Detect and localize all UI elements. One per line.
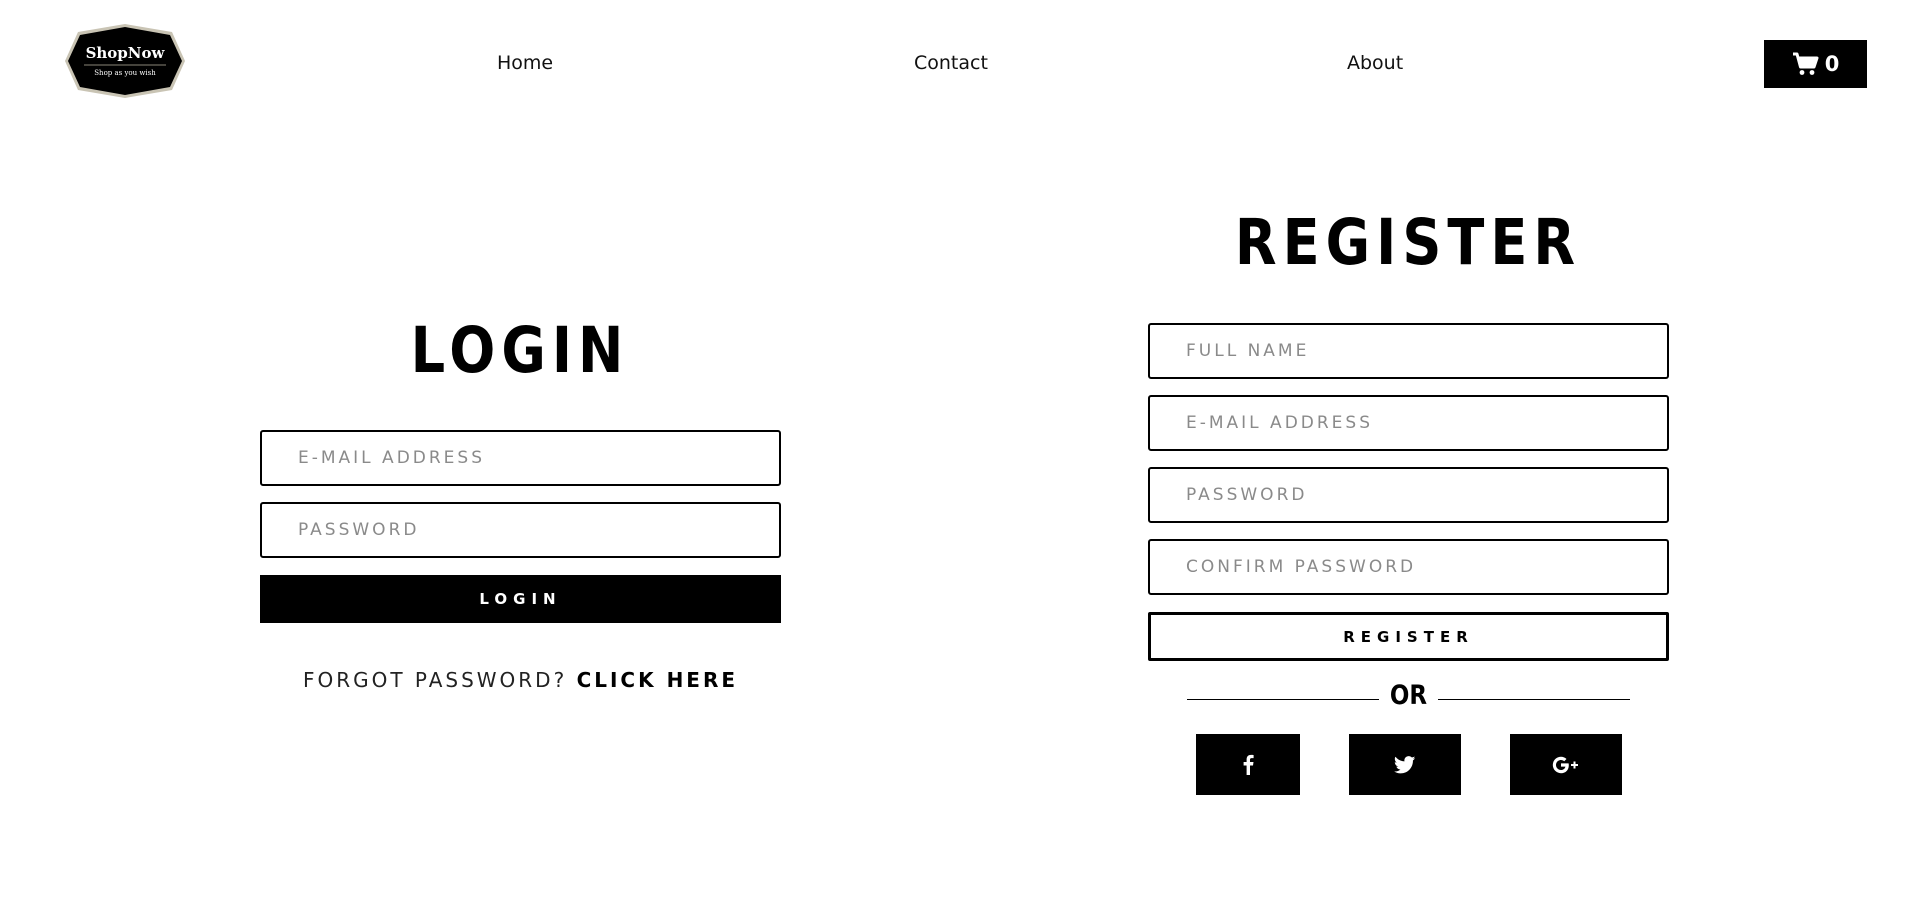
login-email-input[interactable] (260, 430, 781, 486)
forgot-password-text: FORGOT PASSWORD? (302, 668, 577, 692)
twitter-button[interactable] (1349, 734, 1461, 795)
register-email-input[interactable] (1148, 395, 1669, 451)
login-button[interactable]: LOGIN (260, 575, 781, 623)
forgot-password-link[interactable]: CLICK HERE (577, 668, 738, 692)
or-divider-left (1187, 699, 1379, 700)
logo-badge: ShopNow Shop as you wish (65, 24, 185, 98)
nav-home[interactable]: Home (497, 52, 553, 74)
twitter-icon (1394, 755, 1416, 773)
register-confirm-password-input[interactable] (1148, 539, 1669, 595)
logo-tagline: Shop as you wish (94, 69, 156, 77)
cart-button[interactable]: 0 (1764, 40, 1867, 88)
nav-about[interactable]: About (1347, 52, 1403, 74)
register-button[interactable]: REGISTER (1148, 612, 1669, 661)
register-fullname-input[interactable] (1148, 323, 1669, 379)
or-divider-right (1438, 699, 1630, 700)
login-password-input[interactable] (260, 502, 781, 558)
or-divider-text: OR (1389, 680, 1428, 711)
forgot-password: FORGOT PASSWORD? CLICK HERE (260, 668, 781, 692)
facebook-icon (1243, 754, 1254, 775)
login-title: LOGIN (410, 314, 630, 387)
google-plus-icon (1552, 756, 1578, 773)
shopnow-logo[interactable]: ShopNow Shop as you wish (64, 23, 186, 99)
nav-contact[interactable]: Contact (914, 52, 988, 74)
register-password-input[interactable] (1148, 467, 1669, 523)
facebook-button[interactable] (1196, 734, 1300, 795)
google-plus-button[interactable] (1510, 734, 1622, 795)
cart-icon (1792, 52, 1819, 75)
logo-name: ShopNow (86, 44, 166, 62)
register-title: REGISTER (1234, 206, 1582, 279)
cart-count: 0 (1824, 52, 1840, 76)
